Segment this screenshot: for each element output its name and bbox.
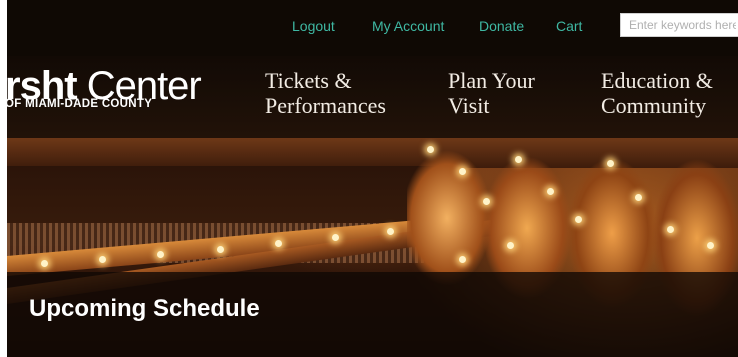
title-band: Upcoming Schedule (7, 272, 738, 357)
light-dot (547, 188, 554, 195)
light-dot (667, 226, 674, 233)
my-account-link[interactable]: My Account (372, 18, 444, 34)
hero-image: Upcoming Schedule (7, 138, 738, 357)
light-dot (157, 251, 164, 258)
light-dot (387, 228, 394, 235)
light-dot (332, 234, 339, 241)
light-dot (483, 198, 490, 205)
light-dot (575, 216, 582, 223)
main-nav: rsht Center OF MIAMI-DADE COUNTY Tickets… (5, 56, 738, 138)
light-dot (515, 156, 522, 163)
light-dot (275, 240, 282, 247)
page-title: Upcoming Schedule (29, 295, 260, 322)
search-input[interactable] (620, 13, 738, 37)
nav-tickets-performances[interactable]: Tickets & Performances (265, 68, 386, 118)
light-dot (427, 146, 434, 153)
left-edge (0, 0, 7, 357)
light-dot (459, 168, 466, 175)
nav-education-community[interactable]: Education & Community (601, 68, 713, 118)
light-dot (459, 256, 466, 263)
cart-link[interactable]: Cart (556, 18, 582, 34)
light-dot (707, 242, 714, 249)
light-dot (99, 256, 106, 263)
light-dot (41, 260, 48, 267)
utility-bar: Logout My Account Donate Cart (7, 0, 738, 56)
light-dot (507, 242, 514, 249)
page: Logout My Account Donate Cart rsht Cente… (0, 0, 738, 357)
nav-plan-your-visit[interactable]: Plan Your Visit (448, 68, 535, 118)
logout-link[interactable]: Logout (292, 18, 335, 34)
logo-subtitle: OF MIAMI-DADE COUNTY (5, 98, 153, 110)
light-dot (635, 194, 642, 201)
donate-link[interactable]: Donate (479, 18, 524, 34)
light-dot (607, 160, 614, 167)
light-dot (217, 246, 224, 253)
